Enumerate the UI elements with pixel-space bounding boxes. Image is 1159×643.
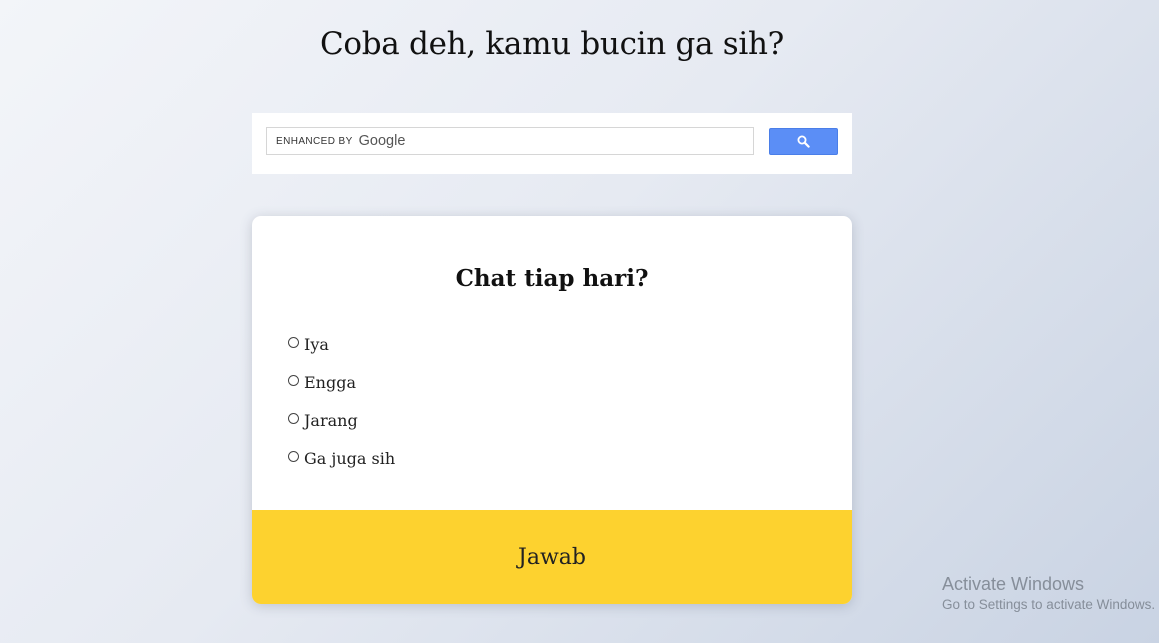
submit-label: Jawab — [518, 544, 586, 570]
activate-windows-watermark: Activate Windows Go to Settings to activ… — [942, 572, 1159, 614]
option-label: Jarang — [304, 410, 358, 430]
option-iya[interactable]: Iya — [288, 325, 395, 363]
search-icon — [797, 135, 810, 148]
option-label: Engga — [304, 372, 357, 392]
question-title: Chat tiap hari? — [455, 265, 649, 292]
search-button[interactable] — [769, 128, 838, 155]
watermark-title: Activate Windows — [942, 574, 1085, 594]
radio-button[interactable] — [288, 336, 299, 348]
option-engga[interactable]: Engga — [288, 363, 395, 401]
radio-button[interactable] — [288, 412, 299, 424]
radio-button[interactable] — [288, 450, 299, 462]
option-jarang[interactable]: Jarang — [288, 401, 395, 439]
enhanced-by-label: ENHANCED BY — [276, 135, 353, 147]
google-custom-search: ENHANCED BY Google — [252, 113, 852, 174]
search-input[interactable]: ENHANCED BY Google — [266, 127, 754, 155]
google-brand-label: Google — [358, 133, 406, 149]
option-ga-juga-sih[interactable]: Ga juga sih — [288, 439, 395, 477]
radio-button[interactable] — [288, 374, 299, 386]
watermark-subtitle: Go to Settings to activate Windows. — [942, 597, 1156, 612]
submit-button[interactable]: Jawab — [252, 510, 852, 604]
page-title: Coba deh, kamu bucin ga sih? — [319, 26, 784, 62]
quiz-card: Chat tiap hari? Iya Engga Jarang Ga juga… — [252, 216, 852, 604]
answer-options: Iya Engga Jarang Ga juga sih — [288, 325, 395, 477]
option-label: Ga juga sih — [304, 448, 396, 468]
option-label: Iya — [304, 334, 329, 354]
